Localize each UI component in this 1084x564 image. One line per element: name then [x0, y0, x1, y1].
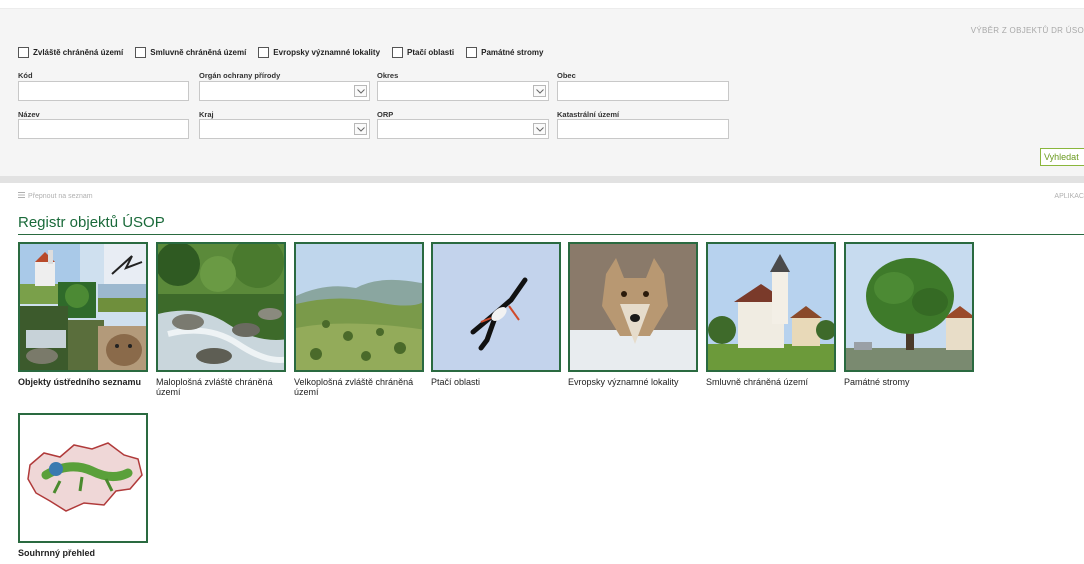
okres-label: Okres — [377, 71, 399, 80]
tile-label: Objekty ústředního seznamu — [18, 377, 142, 387]
organ-select[interactable] — [199, 81, 370, 101]
nazev-label: Název — [18, 110, 40, 119]
checkbox-label: Smluvně chráněná území — [150, 48, 247, 57]
tile-label: Památné stromy — [844, 377, 910, 387]
tile-ptaci[interactable]: Ptačí oblasti — [431, 242, 565, 387]
tile-souhrnny[interactable]: Souhrnný přehled — [18, 413, 152, 558]
chevron-down-icon[interactable] — [533, 123, 546, 135]
checkbox-smluvne[interactable]: Smluvně chráněná území — [135, 47, 246, 58]
nazev-input[interactable] — [18, 119, 189, 139]
search-button[interactable]: Vyhledat — [1040, 148, 1084, 166]
map-lizard-image[interactable] — [18, 413, 148, 543]
chevron-down-icon[interactable] — [533, 85, 546, 97]
wolf-image[interactable] — [568, 242, 698, 372]
checkbox-stromy[interactable]: Památné stromy — [466, 47, 543, 58]
checkbox-box[interactable] — [18, 47, 29, 58]
organ-label: Orgán ochrany přírody — [199, 71, 281, 80]
obec-label: Obec — [557, 71, 576, 80]
kraj-select[interactable] — [199, 119, 370, 139]
checkbox-ptaci[interactable]: Ptačí oblasti — [392, 47, 454, 58]
chevron-down-icon[interactable] — [354, 85, 367, 97]
checkbox-label: Památné stromy — [481, 48, 544, 57]
checkbox-evl[interactable]: Evropsky významné lokality — [258, 47, 380, 58]
obec-input[interactable] — [557, 81, 729, 101]
tile-label: Souhrnný přehled — [18, 548, 96, 558]
checkbox-zchu[interactable]: Zvláště chráněná území — [18, 47, 123, 58]
landscape-image[interactable] — [294, 242, 424, 372]
okres-select[interactable] — [377, 81, 549, 101]
page-title: Registr objektů ÚSOP — [18, 214, 165, 231]
tile-stromy[interactable]: Památné stromy — [844, 242, 978, 387]
tile-velkoplosna[interactable]: Velkoplošná zvláště chráněná území — [294, 242, 428, 397]
checkbox-box[interactable] — [392, 47, 404, 58]
checkbox-label: Evropsky významné lokality — [273, 48, 381, 57]
tile-maloplosna[interactable]: Maloplošná zvláště chráněná území — [156, 242, 290, 397]
tile-evl[interactable]: Evropsky významné lokality — [568, 242, 702, 387]
tile-label: Evropsky významné lokality — [568, 377, 679, 387]
checkbox-box[interactable] — [466, 47, 478, 58]
katastralni-label: Katastrální území — [557, 110, 620, 119]
tile-label: Ptačí oblasti — [431, 377, 481, 387]
checkbox-box[interactable] — [135, 47, 147, 58]
kraj-label: Kraj — [199, 110, 214, 119]
kod-label: Kód — [18, 71, 33, 80]
tile-label: Velkoplošná zvláště chráněná území — [294, 377, 414, 397]
orp-select[interactable] — [377, 119, 549, 139]
katastralni-input[interactable] — [557, 119, 729, 139]
tree-image[interactable] — [844, 242, 974, 372]
tile-smluvne[interactable]: Smluvně chráněná území — [706, 242, 840, 387]
chevron-down-icon[interactable] — [354, 123, 367, 135]
tile-label: Smluvně chráněná území — [706, 377, 809, 387]
checkbox-row: Zvláště chráněná území Smluvně chráněná … — [18, 47, 555, 58]
panel-title: VÝBĚR Z OBJEKTŮ DR ÚSO — [970, 26, 1084, 35]
collage-image[interactable] — [18, 242, 148, 372]
checkbox-label: Zvláště chráněná území — [33, 48, 124, 57]
river-image[interactable] — [156, 242, 286, 372]
checkbox-box[interactable] — [258, 47, 270, 58]
church-image[interactable] — [706, 242, 836, 372]
switch-to-list-label: Přepnout na seznam — [28, 192, 93, 200]
tile-objekty[interactable]: Objekty ústředního seznamu — [18, 242, 152, 387]
title-divider — [18, 234, 1084, 235]
list-icon — [18, 192, 25, 200]
section-separator — [0, 176, 1084, 183]
kod-input[interactable] — [18, 81, 189, 101]
panel-divider — [0, 8, 1084, 9]
stork-image[interactable] — [431, 242, 561, 372]
checkbox-label: Ptačí oblasti — [407, 48, 455, 57]
orp-label: ORP — [377, 110, 394, 119]
switch-to-list-link[interactable]: Přepnout na seznam — [18, 192, 93, 200]
top-strip — [0, 0, 1084, 8]
tile-label: Maloplošná zvláště chráněná území — [156, 377, 273, 397]
app-link[interactable]: APLIKAC — [1054, 193, 1084, 200]
